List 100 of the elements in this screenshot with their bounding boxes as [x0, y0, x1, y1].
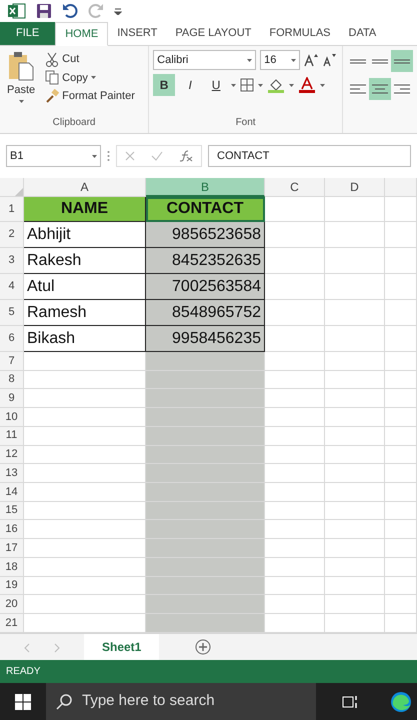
font-color-icon[interactable] [298, 77, 316, 93]
sheet-tab[interactable]: Sheet1 [84, 634, 160, 662]
row-header[interactable]: 4 [0, 274, 24, 300]
table-cell [385, 576, 417, 596]
row-header[interactable]: 21 [0, 614, 24, 633]
row-header[interactable]: 9 [0, 389, 24, 408]
table-cell [385, 197, 417, 222]
column-header[interactable]: A [24, 178, 146, 197]
column-header[interactable]: B [146, 178, 265, 197]
column-header[interactable]: C [265, 178, 325, 197]
format-button[interactable]: B [153, 74, 176, 96]
column-header[interactable]: D [325, 178, 385, 197]
table-cell [385, 426, 417, 446]
row-header[interactable]: 2 [0, 222, 24, 248]
table-cell [265, 446, 325, 464]
function-icon[interactable] [179, 150, 193, 162]
align-button[interactable] [369, 78, 391, 100]
align-button[interactable] [391, 50, 413, 72]
table-cell [325, 370, 385, 390]
caret-icon [18, 100, 24, 102]
row-header[interactable]: 11 [0, 426, 24, 446]
format-button[interactable]: U [205, 74, 228, 96]
table-cell [265, 464, 325, 484]
grow-font-icon[interactable] [304, 53, 318, 67]
table-cell [385, 558, 417, 577]
table-cell [265, 576, 325, 596]
table-cell [325, 248, 385, 274]
table-cell [265, 502, 325, 520]
row-header[interactable]: 5 [0, 300, 24, 326]
task-view-icon[interactable] [342, 694, 358, 708]
caret-icon [258, 84, 264, 86]
borders-icon[interactable] [240, 78, 254, 92]
row-header[interactable]: 20 [0, 595, 24, 614]
table-cell [385, 352, 417, 371]
row-header[interactable]: 19 [0, 576, 24, 596]
row-header[interactable]: 12 [0, 446, 24, 464]
table-cell [385, 502, 417, 520]
ribbon-tab[interactable]: PAGE LAYOUT [166, 22, 260, 45]
group-label: Clipboard [52, 116, 96, 130]
align-right-icon [394, 84, 410, 94]
ribbon-tab[interactable]: FILE [0, 22, 56, 45]
ribbon-button[interactable]: Cut [42, 50, 138, 68]
name-box[interactable]: B1 [6, 145, 101, 167]
ribbon-tab[interactable]: HOME [55, 22, 108, 46]
save-icon[interactable] [36, 3, 52, 19]
font-size-field[interactable]: 16 [260, 50, 300, 70]
table-cell [385, 248, 417, 274]
align-middle-icon [372, 58, 388, 64]
row-header[interactable]: 6 [0, 326, 24, 352]
row-header[interactable]: 14 [0, 483, 24, 502]
row-header[interactable]: 8 [0, 370, 24, 390]
browser-icon[interactable] [390, 690, 412, 712]
table-cell [325, 426, 385, 446]
ribbon-tab[interactable]: FORMULAS [260, 22, 340, 45]
ribbon-tab[interactable]: DATA [340, 22, 386, 45]
ribbon-button[interactable]: Copy [42, 68, 138, 87]
clipboard-icon [8, 51, 34, 81]
align-top-icon [350, 58, 366, 64]
table-cell [325, 352, 385, 371]
ribbon-button[interactable]: Format Painter [42, 87, 138, 106]
table-cell: 8548965752 [146, 300, 265, 326]
table-cell [265, 483, 325, 502]
copy-icon [45, 70, 60, 86]
row-header[interactable]: 1 [0, 197, 24, 222]
formula-field[interactable]: CONTACT [208, 145, 411, 167]
table-cell [265, 300, 325, 326]
row-header[interactable]: 10 [0, 408, 24, 427]
undo-icon[interactable] [62, 3, 78, 19]
caret-icon [320, 84, 326, 86]
row-header[interactable]: 18 [0, 558, 24, 577]
table-cell [265, 326, 325, 352]
paste-button[interactable]: Paste [4, 50, 38, 106]
font-name-field[interactable]: Calibri [153, 50, 256, 70]
grip-icon [107, 150, 110, 162]
row-header[interactable]: 16 [0, 520, 24, 540]
table-cell [265, 426, 325, 446]
windows-start-icon[interactable] [15, 694, 31, 710]
align-center-icon [372, 84, 388, 94]
ribbon-tab[interactable]: INSERT [108, 22, 166, 45]
customize-icon[interactable] [114, 7, 122, 15]
new-sheet-icon[interactable] [195, 639, 212, 655]
row-header[interactable]: 13 [0, 464, 24, 484]
row-header[interactable]: 17 [0, 539, 24, 558]
shrink-font-icon[interactable] [322, 53, 336, 67]
table-cell [325, 483, 385, 502]
row-header[interactable]: 15 [0, 502, 24, 520]
table-cell [385, 595, 417, 614]
table-cell [325, 197, 385, 222]
row-header[interactable]: 7 [0, 352, 24, 371]
row-header[interactable]: 3 [0, 248, 24, 274]
brush-icon [45, 88, 60, 104]
search-bar[interactable]: Type here to search [46, 683, 316, 720]
table-cell: 9958456235 [146, 326, 265, 352]
table-cell [325, 520, 385, 540]
table-cell: 9856523658 [146, 222, 265, 248]
table-cell: NAME [24, 197, 146, 222]
fill-color-icon[interactable] [267, 77, 286, 93]
table-cell [325, 222, 385, 248]
table-cell [325, 502, 385, 520]
format-button[interactable]: I [179, 74, 202, 96]
